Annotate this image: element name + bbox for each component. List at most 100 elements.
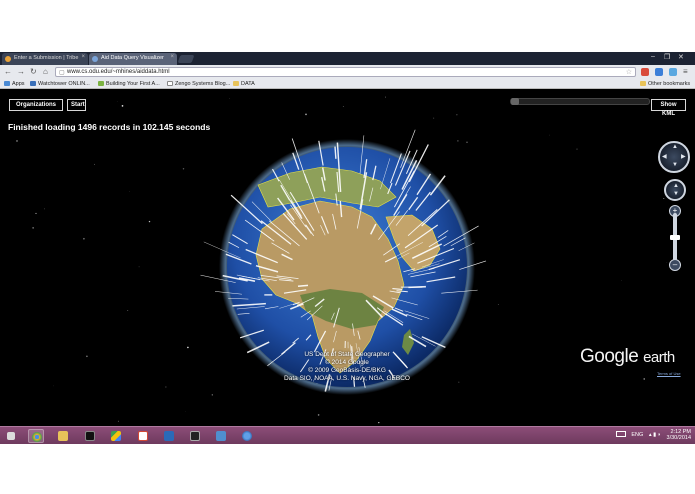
star [165,386,167,388]
star [83,237,85,240]
google-earth-viewport[interactable]: Organizations Start Show KML Finished lo… [0,89,695,426]
folder-icon [640,81,646,86]
attribution-line: Data SIO, NOAA, U.S. Navy, NGA, GEBCO [284,375,410,382]
extension-icon[interactable] [641,68,649,76]
language-indicator[interactable]: ENG [631,432,643,438]
bookmark-other[interactable]: Other bookmarks [640,81,690,87]
attribution-line: © 2014 Google [325,359,369,366]
star [663,197,665,200]
tab-tribe-submission[interactable]: Enter a Submission | Tribe × [2,53,88,65]
file-explorer-icon[interactable] [55,429,71,443]
bookmark-data-folder[interactable]: DATA [233,81,255,87]
star [116,101,118,102]
drive-icon[interactable] [108,429,124,443]
keyboard-icon[interactable] [615,431,626,438]
look-right-icon[interactable]: ▶ [681,153,686,160]
star [433,117,435,119]
star [621,280,622,281]
forward-icon[interactable]: → [17,67,25,76]
console-icon[interactable] [187,429,203,443]
zoom-out-button[interactable]: – [669,259,681,271]
star [466,141,468,143]
browser-tab-strip: Enter a Submission | Tribe × Aid Data Qu… [0,52,695,65]
clock-date[interactable]: 3/30/2014 [667,435,691,441]
minimize-icon[interactable]: – [651,53,655,60]
home-icon[interactable]: ⌂ [43,67,48,76]
star [121,105,124,107]
apps-icon [4,81,10,86]
star [86,355,88,358]
maximize-icon[interactable]: ❐ [664,53,670,61]
extension-icon[interactable] [655,68,663,76]
terms-of-use-link[interactable]: Terms of Use [657,371,681,376]
windows-taskbar: ENG ▴ ▮ ◗ 2:12 PM 3/30/2014 [0,426,695,444]
bookmark-star-icon[interactable]: ☆ [626,68,632,76]
close-window-icon[interactable]: ✕ [678,53,684,61]
aid-record-spike [297,284,309,287]
extension-icon[interactable] [669,68,677,76]
star [457,140,459,142]
aid-record-spike [334,146,337,159]
menu-icon[interactable]: ≡ [683,67,688,76]
reload-icon[interactable]: ↻ [30,67,37,76]
folder-icon [233,81,239,86]
page-favicon-icon [92,56,98,62]
star [643,378,645,380]
bookmark-building-first[interactable]: Building Your First A... [98,81,160,87]
star [497,304,499,305]
star [456,114,458,116]
tray-icons[interactable]: ▴ ▮ ◗ [649,432,661,438]
move-down-icon[interactable]: ▼ [673,191,679,197]
organizations-button[interactable]: Organizations [9,99,63,111]
close-tab-icon[interactable]: × [81,54,85,60]
new-tab-button[interactable] [177,55,195,63]
start-button[interactable]: Start [67,99,86,111]
remote-desktop-icon[interactable] [213,429,229,443]
star [211,394,213,396]
android-icon [98,81,104,86]
tab-aid-data-visualizer[interactable]: Aid Data Query Visualizer × [89,53,177,65]
page-info-icon[interactable]: ▢ [59,69,65,76]
star [342,106,344,107]
address-bar[interactable]: ▢ www.cs.odu.edu/~mhines/aiddata.html ☆ [55,67,636,77]
star [117,420,119,422]
browser-toolbar: ← → ↻ ⌂ ▢ www.cs.odu.edu/~mhines/aiddata… [0,65,695,79]
zoom-slider-knob[interactable] [670,235,680,240]
attribution-line: US Dept of State Geographer [304,351,390,358]
start-menu-icon[interactable] [3,429,19,443]
slider-knob[interactable] [511,98,519,105]
star [127,310,129,311]
bookmark-watchtower[interactable]: Watchtower ONLIN... [30,81,90,87]
star [317,414,320,416]
status-message: Finished loading 1496 records in 102.145… [8,122,211,132]
star [458,381,460,383]
star [378,421,380,424]
close-tab-icon[interactable]: × [170,54,174,60]
move-control[interactable]: ▲ ▼ [664,179,686,201]
attribution-line: © 2009 GeoBasis-DE/BKG [308,367,386,374]
star [93,163,96,165]
star [182,168,185,170]
terminal-icon[interactable] [82,429,98,443]
back-icon[interactable]: ← [4,67,12,76]
show-kml-button[interactable]: Show KML [651,99,686,117]
kml-opacity-slider[interactable] [510,98,650,105]
visual-studio-icon[interactable] [161,429,177,443]
star [187,346,189,349]
look-down-icon[interactable]: ▼ [672,162,678,168]
page-icon [30,81,36,86]
bookmark-apps[interactable]: Apps [4,81,25,87]
star [35,212,37,214]
bookmark-zengo[interactable]: Zengo Systems Blog... [167,81,230,87]
look-up-icon[interactable]: ▲ [672,144,678,150]
google-earth-taskbar-icon[interactable] [239,429,255,443]
bookmarks-bar: Apps Watchtower ONLIN... Building Your F… [0,79,695,89]
gmail-icon[interactable] [135,429,151,443]
move-up-icon[interactable]: ▲ [673,183,679,189]
star [384,96,386,98]
look-control[interactable]: ▲ ▼ ◀ ▶ [658,141,690,173]
system-tray: ENG ▴ ▮ ◗ 2:12 PM 3/30/2014 [615,429,691,441]
look-left-icon[interactable]: ◀ [662,153,667,160]
chrome-taskbar-icon[interactable] [28,429,44,443]
star [305,113,307,116]
